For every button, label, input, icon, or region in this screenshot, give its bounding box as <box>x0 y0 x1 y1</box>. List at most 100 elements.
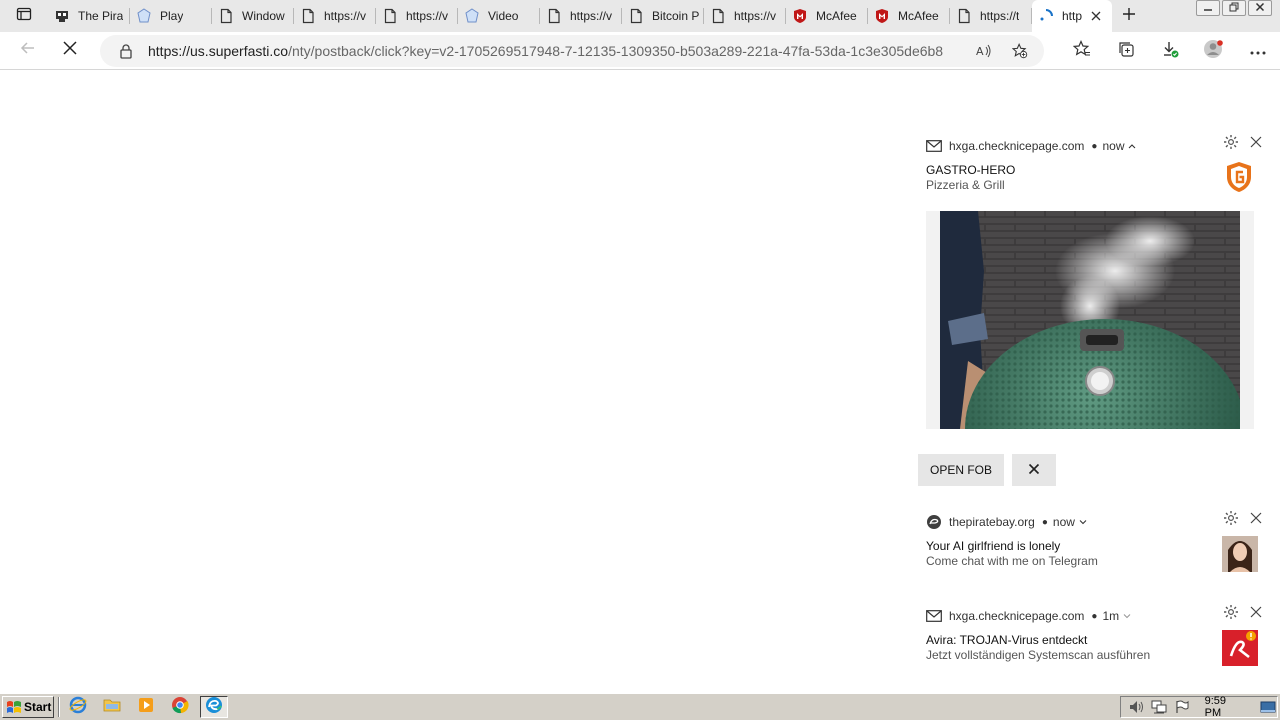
internet-explorer-icon <box>69 696 87 719</box>
tab-active[interactable]: http <box>1032 0 1112 32</box>
edge-icon <box>205 696 223 719</box>
tab-video[interactable]: Video <box>458 0 540 32</box>
svg-text:A: A <box>976 45 984 58</box>
tab-bitcoin[interactable]: Bitcoin P <box>622 0 704 32</box>
back-arrow-icon <box>20 40 36 61</box>
generic-site-icon <box>464 8 480 24</box>
hero-image-grill-smoke <box>940 211 1240 429</box>
tab-label: Video <box>488 9 519 23</box>
tab-play[interactable]: Play <box>130 0 212 32</box>
notification-time: 1m <box>1102 609 1120 623</box>
open-fob-button[interactable]: OPEN FOB <box>918 454 1004 486</box>
collections-button[interactable] <box>1104 35 1148 67</box>
action-center-flag-icon[interactable] <box>1173 699 1190 715</box>
read-aloud-icon[interactable]: A <box>976 43 992 59</box>
mail-icon <box>926 138 942 154</box>
close-tab-icon[interactable] <box>1088 8 1104 24</box>
notification-source: hxga.checknicepage.com <box>949 139 1085 153</box>
internet-explorer-quicklaunch[interactable] <box>64 696 92 718</box>
tab-https-9[interactable]: https://v <box>704 0 786 32</box>
start-label: Start <box>24 700 52 714</box>
page-icon <box>710 8 726 24</box>
profile-button[interactable] <box>1192 35 1236 67</box>
windows-taskbar: Start 9:59 PM <box>0 693 1280 720</box>
lock-icon[interactable] <box>118 43 134 59</box>
tab-label: https://v <box>324 9 367 23</box>
avatar <box>1203 38 1225 65</box>
show-desktop-icon[interactable] <box>1260 699 1277 715</box>
notification-header: hxga.checknicepage.com ● now <box>926 136 1136 156</box>
page-icon <box>628 8 644 24</box>
tab-https-4[interactable]: https://v <box>294 0 376 32</box>
browser-toolbar: https://us.superfasti.co/nty/postback/cl… <box>0 32 1280 70</box>
notification-close-icon[interactable] <box>1248 510 1264 526</box>
tab-actions-button[interactable] <box>0 0 48 32</box>
minimize-button[interactable] <box>1196 0 1220 16</box>
tab-actions-icon <box>16 6 32 27</box>
tab-mcafee-2[interactable]: McAfee <box>868 0 950 32</box>
notification-settings-gear-icon[interactable] <box>1223 510 1239 526</box>
page-icon <box>218 8 234 24</box>
tab-label: Bitcoin P <box>652 9 700 23</box>
stop-loading-button[interactable] <box>54 35 86 67</box>
tab-https-7[interactable]: https://v <box>540 0 622 32</box>
file-explorer-quicklaunch[interactable] <box>98 696 126 718</box>
loading-icon <box>1038 8 1054 24</box>
notification-settings-gear-icon[interactable] <box>1223 134 1239 150</box>
add-favorite-icon[interactable] <box>1012 43 1028 59</box>
system-tray: 9:59 PM <box>1120 695 1278 719</box>
restore-button[interactable] <box>1222 0 1246 16</box>
notification-ai-girlfriend[interactable]: thepiratebay.org ● now Your AI girlfrien… <box>911 502 1267 590</box>
profile-photo-thumbnail <box>1222 536 1258 572</box>
tab-label: https://v <box>406 9 449 23</box>
close-icon <box>1255 0 1265 17</box>
url-text[interactable]: https://us.superfasti.co/nty/postback/cl… <box>148 43 964 59</box>
chrome-quicklaunch[interactable] <box>166 696 194 718</box>
start-button[interactable]: Start <box>2 696 54 718</box>
new-tab-button[interactable] <box>1112 0 1146 32</box>
notification-close-icon[interactable] <box>1248 134 1264 150</box>
dismiss-button[interactable] <box>1012 454 1056 486</box>
notification-body: Come chat with me on Telegram <box>926 554 1098 568</box>
windows-logo-icon <box>6 700 22 714</box>
notification-header: thepiratebay.org ● now <box>926 512 1087 532</box>
notification-settings-gear-icon[interactable] <box>1223 604 1239 620</box>
close-icon <box>1028 463 1040 478</box>
back-button[interactable] <box>12 35 44 67</box>
edge-browser-icon <box>926 514 942 530</box>
media-player-quicklaunch[interactable] <box>132 696 160 718</box>
tab-window[interactable]: Window <box>212 0 294 32</box>
tab-https-12[interactable]: https://t <box>950 0 1032 32</box>
tab-https-5[interactable]: https://v <box>376 0 458 32</box>
browser-window: The Pira Play Window https://v https://v <box>0 0 1280 720</box>
chevron-down-icon[interactable] <box>1079 519 1087 525</box>
pirate-icon <box>54 8 70 24</box>
address-bar[interactable]: https://us.superfasti.co/nty/postback/cl… <box>100 35 1044 67</box>
restore-icon <box>1229 0 1239 17</box>
chevron-down-icon[interactable] <box>1123 613 1131 619</box>
edge-taskbar-button[interactable] <box>200 696 228 718</box>
tab-the-pirate-bay[interactable]: The Pira <box>48 0 130 32</box>
notification-close-icon[interactable] <box>1248 604 1264 620</box>
generic-site-icon <box>136 8 152 24</box>
url-host: https://us.superfasti.co <box>148 43 289 59</box>
media-player-icon <box>137 696 155 719</box>
mcafee-icon <box>792 8 808 24</box>
volume-icon[interactable] <box>1127 699 1144 715</box>
network-icon[interactable] <box>1150 699 1167 715</box>
chevron-up-icon[interactable] <box>1128 143 1136 149</box>
tab-label: https://v <box>570 9 613 23</box>
gastro-hero-logo-icon <box>1224 161 1254 193</box>
tab-label: Window <box>242 9 285 23</box>
downloads-button[interactable] <box>1148 35 1192 67</box>
favorites-button[interactable] <box>1060 35 1104 67</box>
notification-source: hxga.checknicepage.com <box>949 609 1085 623</box>
close-window-button[interactable] <box>1248 0 1272 16</box>
tab-label: McAfee <box>898 9 939 23</box>
notification-gastro-hero[interactable]: hxga.checknicepage.com ● now GASTRO-HERO… <box>911 128 1267 488</box>
notification-avira-trojan[interactable]: hxga.checknicepage.com ● 1m Avira: TROJA… <box>911 598 1267 682</box>
tab-mcafee-1[interactable]: McAfee <box>786 0 868 32</box>
taskbar-clock[interactable]: 9:59 PM <box>1205 695 1244 719</box>
settings-more-button[interactable] <box>1236 35 1280 67</box>
tab-label: Play <box>160 9 184 23</box>
